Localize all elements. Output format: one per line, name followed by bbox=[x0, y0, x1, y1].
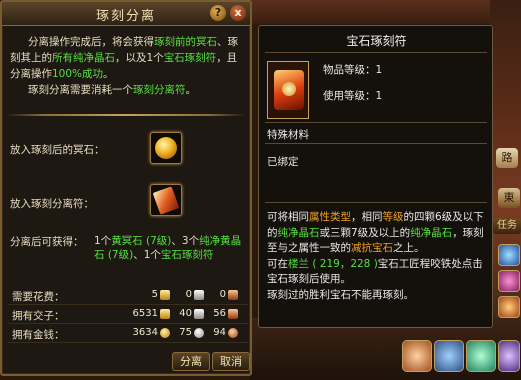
skill-icon[interactable] bbox=[498, 270, 520, 292]
separate-button[interactable]: 分离 bbox=[172, 352, 210, 371]
tooltip-divider bbox=[265, 202, 487, 203]
gold-bar-icon bbox=[160, 290, 170, 300]
book-icon[interactable] bbox=[434, 340, 464, 372]
copper-coin-icon bbox=[228, 328, 238, 338]
desc-highlight: 属性类型 bbox=[309, 211, 351, 223]
item-description: 可将相同属性类型，相同等级的四颗6级及以下的纯净晶石或三颗7级及以上的纯净晶石，… bbox=[267, 210, 489, 303]
desc-location: 楼兰 ( 219，228 ) bbox=[288, 257, 378, 270]
obtain-part: 、3个 bbox=[171, 235, 200, 247]
desc-part: 可在 bbox=[267, 257, 288, 270]
cost-label: 需要花费： bbox=[12, 291, 65, 303]
intro-highlight: 宝石琢刻符 bbox=[163, 52, 217, 64]
road-button[interactable]: 路 bbox=[496, 148, 518, 168]
jiaozi-gold: 6531 bbox=[132, 308, 158, 319]
obtain-label: 分离后可获得： bbox=[10, 236, 84, 248]
obtain-text: 1个黄冥石 (7级)、3个纯净黄晶石 (7级)、1个宝石琢刻符 bbox=[94, 234, 246, 262]
desc-highlight: 等级 bbox=[382, 211, 404, 223]
intro-text-part: 琢刻分离需要消耗一个 bbox=[28, 84, 133, 96]
desc-part: ，相同 bbox=[351, 211, 383, 223]
separation-window: 琢刻分离 ? x 分离操作完成后，将会获得琢刻前的冥石、琢刻其上的所有纯净晶石，… bbox=[0, 0, 252, 376]
cost-label: 拥有交子： bbox=[12, 310, 65, 322]
task-button[interactable]: 任务 bbox=[493, 218, 521, 234]
close-icon[interactable]: x bbox=[230, 5, 246, 21]
window-titlebar: 琢刻分离 ? x bbox=[2, 2, 250, 26]
intro-highlight: 100%成功 bbox=[52, 68, 104, 80]
item-tooltip: 宝石琢刻符 物品等级：1 使用等级：1 特殊材料 已绑定 可将相同属性类型，相同… bbox=[258, 25, 493, 328]
desc-highlight: 纯净晶石 bbox=[410, 226, 453, 239]
separation-charm-icon bbox=[152, 186, 180, 215]
copper-bar-icon bbox=[228, 309, 238, 319]
use-level: 使用等级：1 bbox=[323, 90, 383, 102]
orb-icon[interactable] bbox=[466, 340, 496, 372]
skill-icon[interactable] bbox=[498, 244, 520, 266]
desc-highlight: 纯净晶石 bbox=[277, 226, 320, 239]
intro-highlight: 琢刻分离符 bbox=[133, 84, 186, 96]
desc-part: 可将相同 bbox=[267, 211, 309, 223]
intro-highlight: 琢刻前的冥石 bbox=[154, 36, 217, 48]
cost-copper: 0 bbox=[219, 289, 226, 300]
jiaozi-silver: 40 bbox=[179, 308, 192, 319]
seal-icon bbox=[282, 82, 296, 96]
copper-bar-icon bbox=[228, 290, 238, 300]
tooltip-divider bbox=[265, 143, 487, 144]
cost-row-need: 需要花费： 5 0 0 bbox=[8, 286, 248, 305]
intro-text-part: 。 bbox=[185, 84, 197, 96]
money-copper: 94 bbox=[213, 327, 226, 338]
cancel-button[interactable]: 取消 bbox=[212, 352, 250, 371]
obtain-highlight: 宝石琢刻符 bbox=[160, 249, 214, 261]
east-button[interactable]: 東 bbox=[498, 188, 520, 208]
intro-text-part: ，以及1个 bbox=[115, 52, 164, 64]
desc-part: 之上。 bbox=[393, 242, 425, 254]
bound-status: 已绑定 bbox=[267, 156, 299, 168]
crystal-icon[interactable] bbox=[498, 340, 520, 372]
obtain-highlight: 黄冥石 (7级) bbox=[111, 235, 172, 247]
intro-text-part: 。 bbox=[103, 68, 114, 80]
money-gold: 3634 bbox=[132, 327, 158, 338]
desc-part: 琢刻过的胜利宝石不能再琢刻。 bbox=[267, 288, 414, 301]
tooltip-title: 宝石琢刻符 bbox=[346, 34, 407, 48]
cost-label: 拥有金钱： bbox=[12, 329, 65, 341]
item-level: 物品等级：1 bbox=[323, 64, 383, 76]
background-scenery-top bbox=[250, 0, 521, 24]
tooltip-divider bbox=[265, 122, 487, 123]
charm-slot[interactable] bbox=[150, 184, 182, 216]
pet-icon[interactable] bbox=[402, 340, 432, 372]
cost-table: 需要花费： 5 0 0 拥有交子： 6531 40 56 拥有金钱： 3634 … bbox=[8, 286, 248, 343]
intro-text-part: 分离操作完成后，将会获得 bbox=[28, 36, 154, 48]
gold-coin-icon bbox=[160, 328, 170, 338]
tooltip-divider bbox=[265, 52, 487, 53]
cost-row-jiaozi: 拥有交子： 6531 40 56 bbox=[8, 305, 248, 324]
divider bbox=[6, 114, 246, 116]
item-category: 特殊材料 bbox=[267, 129, 309, 141]
gold-bar-icon bbox=[160, 309, 170, 319]
money-silver: 75 bbox=[179, 327, 192, 338]
obtain-part: 、1个 bbox=[133, 249, 161, 261]
stone-slot[interactable] bbox=[150, 132, 182, 164]
silver-coin-icon bbox=[194, 328, 204, 338]
jiaozi-copper: 56 bbox=[213, 308, 226, 319]
obtain-part: 1个 bbox=[94, 235, 112, 247]
desc-part: 或三颗7级及以上的 bbox=[319, 226, 411, 239]
yellow-stone-icon bbox=[155, 137, 177, 159]
item-icon bbox=[267, 61, 309, 119]
intro-text: 分离操作完成后，将会获得琢刻前的冥石、琢刻其上的所有纯净晶石，以及1个宝石琢刻符… bbox=[10, 34, 246, 98]
help-icon[interactable]: ? bbox=[210, 5, 226, 21]
window-title: 琢刻分离 bbox=[95, 9, 156, 24]
cost-row-money: 拥有金钱： 3634 75 94 bbox=[8, 324, 248, 343]
cost-gold: 5 bbox=[151, 289, 158, 300]
silver-bar-icon bbox=[194, 290, 204, 300]
intro-highlight: 所有纯净晶石 bbox=[52, 52, 115, 64]
slot2-label: 放入琢刻分离符： bbox=[10, 198, 94, 210]
silver-bar-icon bbox=[194, 309, 204, 319]
slot1-label: 放入琢刻后的冥石： bbox=[10, 144, 105, 156]
desc-highlight: 减抗宝石 bbox=[351, 242, 393, 254]
cost-silver: 0 bbox=[185, 289, 192, 300]
skill-icon[interactable] bbox=[498, 296, 520, 318]
